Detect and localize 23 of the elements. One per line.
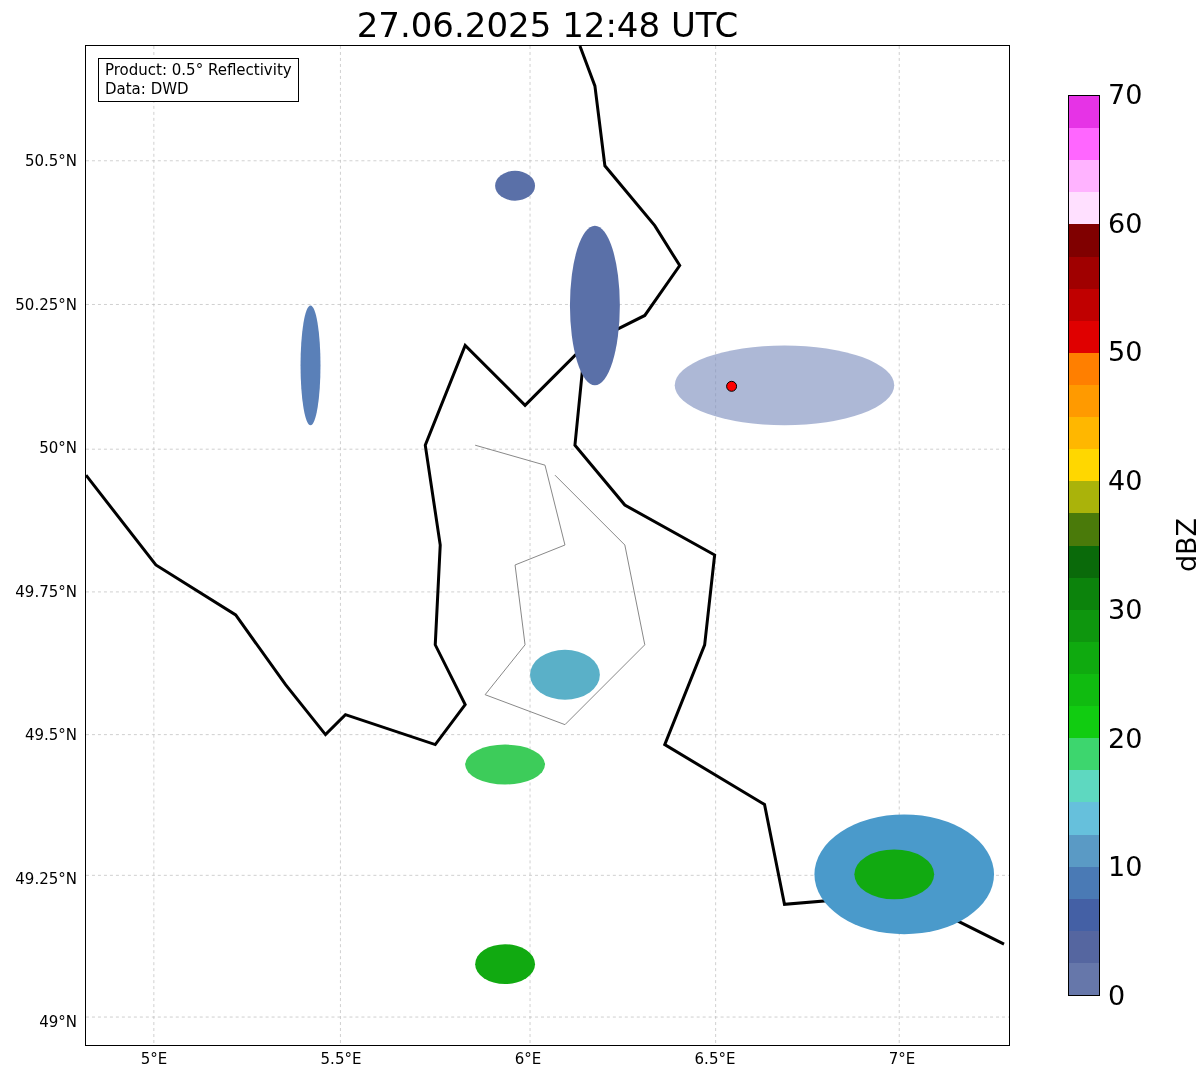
colorbar-tick-label: 20 (1108, 723, 1143, 754)
longitude-label: 5°E (140, 1050, 168, 1068)
colorbar-label: dBZ (1172, 517, 1202, 573)
chart-title: 27.06.2025 12:48 UTC (355, 4, 740, 46)
colorbar-tick-label: 0 (1108, 981, 1126, 1011)
colorbar-tick-label: 40 (1108, 466, 1143, 497)
colorbar-tick-label: 50 (1108, 337, 1143, 368)
latitude-label: 50°N (39, 439, 77, 457)
colorbar-tick-label: 30 (1108, 594, 1143, 625)
longitude-label: 5.5°E (320, 1050, 362, 1068)
latitude-label: 49°N (39, 1013, 77, 1031)
latitude-label: 50.5°N (24, 152, 77, 170)
latitude-label: 49.5°N (24, 726, 77, 744)
latitude-label: 49.25°N (15, 869, 77, 888)
colorbar-tick-label: 10 (1108, 852, 1143, 883)
longitude-label: 7°E (888, 1050, 916, 1068)
colorbar-tick-label: 70 (1108, 80, 1143, 110)
latitude-label: 50.25°N (15, 295, 77, 314)
info-box: Product: 0.5° Reflectivity Data: DWD (98, 58, 299, 102)
latitude-label: 49.75°N (15, 582, 77, 601)
colorbar-tick-label: 60 (1108, 208, 1143, 239)
longitude-label: 6°E (514, 1050, 542, 1068)
longitude-label: 6.5°E (694, 1050, 736, 1068)
